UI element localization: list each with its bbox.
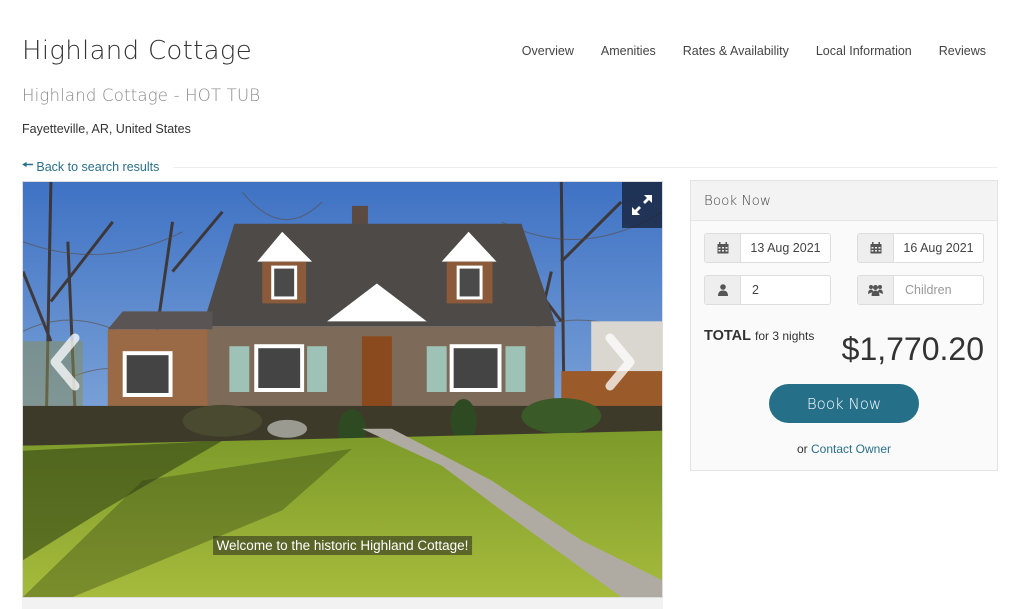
chevron-left-icon	[50, 333, 80, 391]
contact-prefix: or	[796, 442, 808, 456]
divider	[173, 166, 998, 168]
checkin-date-value: 13 Aug 2021	[750, 241, 821, 255]
nav-overview[interactable]: Overview	[522, 44, 574, 58]
chevron-right-icon	[605, 333, 635, 391]
total-amount: $1,770.20	[841, 331, 984, 367]
back-to-search-link[interactable]: 🠔 Back to search results	[22, 156, 159, 178]
booking-heading: Book Now	[691, 181, 997, 221]
property-title: Highland Cottage	[22, 36, 253, 66]
calendar-icon	[858, 234, 894, 262]
nav-rates-availability[interactable]: Rates & Availability	[683, 44, 789, 58]
carousel-prev-button[interactable]	[45, 332, 85, 392]
nav-reviews[interactable]: Reviews	[939, 44, 986, 58]
photo-caption: Welcome to the historic Highland Cottage…	[212, 536, 473, 555]
arrow-left-icon: 🠔	[22, 157, 34, 172]
property-subtitle: Highland Cottage - HOT TUB	[22, 86, 261, 105]
checkin-date-field[interactable]: 13 Aug 2021	[704, 233, 831, 263]
children-field[interactable]: Children	[857, 275, 984, 305]
total-label-text: TOTAL	[704, 328, 751, 344]
total-nights: for 3 nights	[755, 329, 815, 343]
section-nav: Overview Amenities Rates & Availability …	[522, 44, 986, 58]
contact-owner-link[interactable]: Contact Owner	[811, 442, 891, 456]
photo-gallery[interactable]: Welcome to the historic Highland Cottage…	[22, 181, 663, 598]
back-row: 🠔 Back to search results	[22, 156, 998, 178]
adults-value: 2	[752, 283, 759, 297]
calendar-icon	[705, 234, 741, 262]
booking-panel: Book Now 13 Aug 2021 16 Aug 2021 2 Child…	[690, 180, 998, 471]
adults-field[interactable]: 2	[704, 275, 831, 305]
users-icon	[858, 276, 894, 304]
cottage-photo	[23, 182, 662, 597]
checkout-date-field[interactable]: 16 Aug 2021	[857, 233, 984, 263]
gallery-footer	[22, 598, 663, 609]
checkout-date-value: 16 Aug 2021	[903, 241, 974, 255]
total-label: TOTAL for 3 nights	[704, 328, 814, 344]
back-link-label: Back to search results	[36, 160, 160, 174]
user-icon	[705, 276, 741, 304]
expand-button[interactable]	[622, 182, 662, 228]
nav-local-information[interactable]: Local Information	[816, 44, 912, 58]
property-location: Fayetteville, AR, United States	[22, 122, 191, 136]
nav-amenities[interactable]: Amenities	[601, 44, 656, 58]
children-input: Children	[905, 283, 952, 297]
expand-icon	[632, 195, 652, 215]
carousel-next-button[interactable]	[600, 332, 640, 392]
contact-owner-row: or Contact Owner	[691, 442, 997, 456]
book-now-button[interactable]: Book Now	[769, 384, 919, 423]
